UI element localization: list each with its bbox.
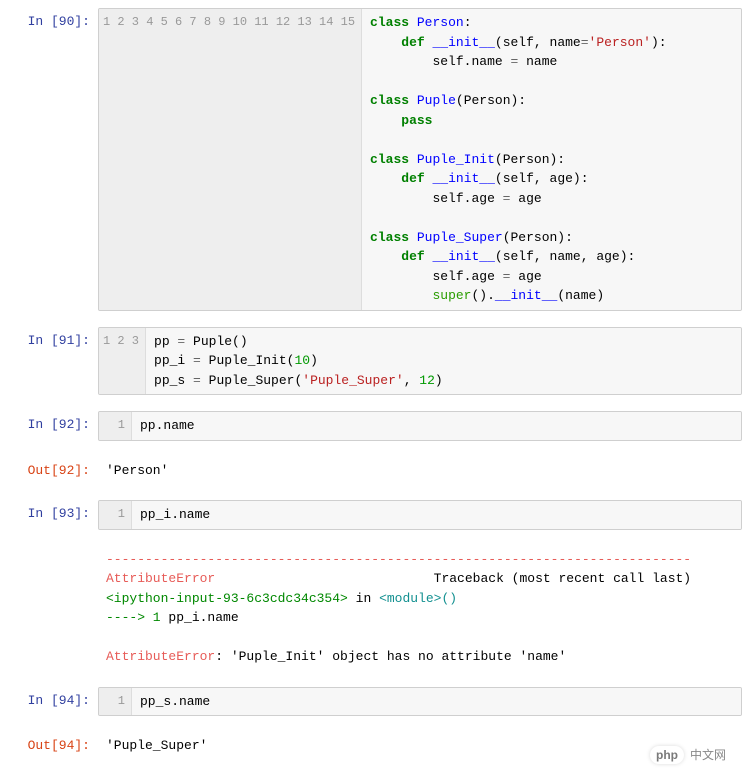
input-prompt: In [90]: — [8, 8, 98, 34]
input-area[interactable]: 1 2 3 4 5 6 7 8 9 10 11 12 13 14 15class… — [98, 8, 742, 311]
output-cell: Out[92]:'Person' — [8, 457, 742, 485]
code-cell: In [90]:1 2 3 4 5 6 7 8 9 10 11 12 13 14… — [8, 8, 742, 311]
code-cell: In [91]:1 2 3pp = Puple() pp_i = Puple_I… — [8, 327, 742, 396]
watermark: php 中文网 — [650, 746, 726, 764]
line-gutter: 1 — [99, 412, 132, 440]
code-editor[interactable]: pp = Puple() pp_i = Puple_Init(10) pp_s … — [146, 328, 741, 395]
input-area[interactable]: 1 2 3pp = Puple() pp_i = Puple_Init(10) … — [98, 327, 742, 396]
code-editor[interactable]: pp_s.name — [132, 688, 741, 716]
error-prompt-spacer — [8, 546, 98, 556]
input-prompt: In [94]: — [8, 687, 98, 713]
input-area[interactable]: 1pp_s.name — [98, 687, 742, 717]
watermark-text: 中文网 — [690, 746, 726, 763]
input-prompt: In [92]: — [8, 411, 98, 437]
line-gutter: 1 — [99, 688, 132, 716]
input-prompt: In [91]: — [8, 327, 98, 353]
line-gutter: 1 2 3 — [99, 328, 146, 395]
code-cell: In [94]:1pp_s.name — [8, 687, 742, 717]
input-area[interactable]: 1pp_i.name — [98, 500, 742, 530]
error-cell: ----------------------------------------… — [8, 546, 742, 671]
output-prompt: Out[94]: — [8, 732, 98, 758]
code-editor[interactable]: class Person: def __init__(self, name='P… — [362, 9, 741, 310]
code-cell: In [92]:1pp.name — [8, 411, 742, 441]
code-editor[interactable]: pp_i.name — [132, 501, 741, 529]
watermark-badge: php — [650, 746, 684, 764]
error-traceback: ----------------------------------------… — [98, 546, 742, 671]
input-area[interactable]: 1pp.name — [98, 411, 742, 441]
output-text: 'Person' — [98, 457, 742, 485]
code-cell: In [93]:1pp_i.name — [8, 500, 742, 530]
input-prompt: In [93]: — [8, 500, 98, 526]
output-cell: Out[94]:'Puple_Super' — [8, 732, 742, 760]
cells-root: In [90]:1 2 3 4 5 6 7 8 9 10 11 12 13 14… — [8, 8, 742, 776]
notebook-container: { "cells": [ { "type": "code", "prompt":… — [8, 8, 742, 776]
output-prompt: Out[92]: — [8, 457, 98, 483]
output-text: 'Puple_Super' — [98, 732, 742, 760]
code-editor[interactable]: pp.name — [132, 412, 741, 440]
line-gutter: 1 — [99, 501, 132, 529]
line-gutter: 1 2 3 4 5 6 7 8 9 10 11 12 13 14 15 — [99, 9, 362, 310]
